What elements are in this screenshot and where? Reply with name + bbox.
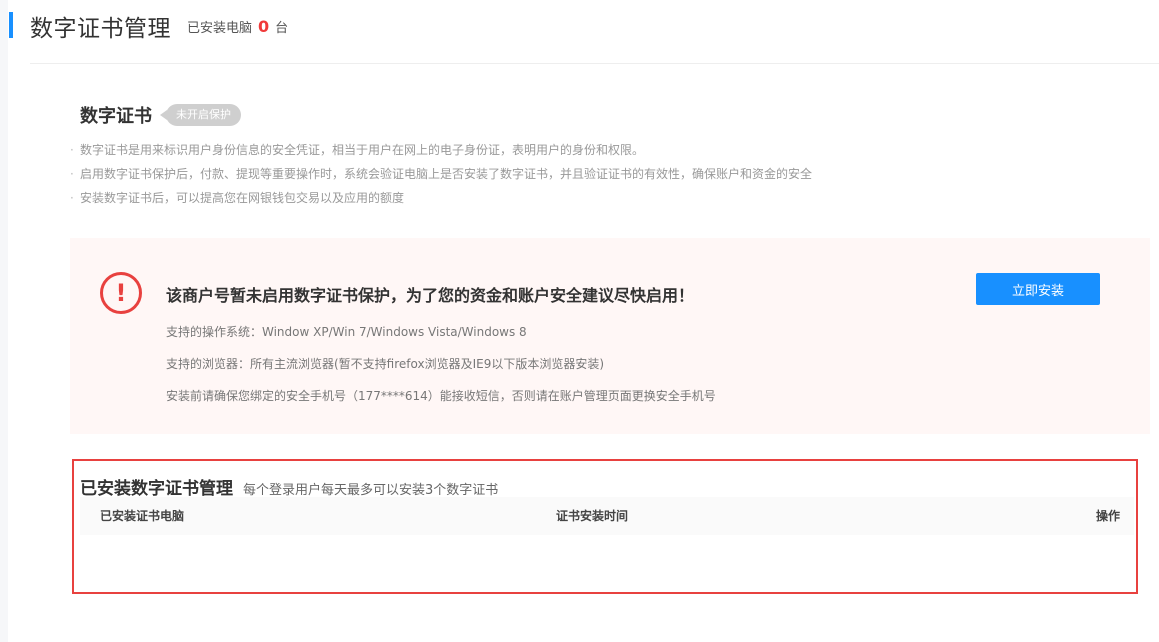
install-now-button[interactable]: 立即安装 xyxy=(976,273,1100,305)
installed-count-unit: 台 xyxy=(275,20,289,36)
browser-support-text: 支持的浏览器：所有主流浏览器(暂不支持firefox浏览器及IE9以下版本浏览器… xyxy=(166,357,605,371)
page-title: 数字证书管理 xyxy=(30,16,171,42)
page: 数字证书管理 已安装电脑 0 台 数字证书 未开启保护 数字证书是用来标识用户身… xyxy=(0,0,1159,642)
installed-count-label: 已安装电脑 xyxy=(187,20,253,36)
cert-section-title: 数字证书 未开启保护 xyxy=(80,102,241,128)
installed-section-title: 已安装数字证书管理 每个登录用户每天最多可以安装3个数字证书 xyxy=(80,474,498,499)
installed-heading: 已安装数字证书管理 xyxy=(80,479,233,499)
alert-box: ! 该商户号暂未启用数字证书保护，为了您的资金和账户安全建议尽快启用！ 支持的操… xyxy=(70,238,1150,434)
column-header-actions: 操作 xyxy=(1095,509,1120,523)
cert-heading: 数字证书 xyxy=(80,106,152,127)
header-divider xyxy=(30,63,1159,64)
cert-description-list: 数字证书是用来标识用户身份信息的安全凭证，相当于用户在网上的电子身份证，表明用户… xyxy=(70,140,812,212)
installed-count: 已安装电脑 0 台 xyxy=(187,17,288,36)
alert-title: 该商户号暂未启用数字证书保护，为了您的资金和账户安全建议尽快启用！ xyxy=(166,286,695,305)
description-item: 启用数字证书保护后，付款、提现等重要操作时，系统会验证电脑上是否安装了数字证书，… xyxy=(70,164,812,188)
os-support-text: 支持的操作系统：Window XP/Win 7/Windows Vista/Wi… xyxy=(166,325,527,339)
column-header-install-time: 证书安装时间 xyxy=(556,509,629,523)
installed-subtitle: 每个登录用户每天最多可以安装3个数字证书 xyxy=(243,483,499,498)
left-sidebar-strip xyxy=(0,0,8,642)
phone-notice-text: 安装前请确保您绑定的安全手机号（177****614）能接收短信，否则请在账户管… xyxy=(166,389,716,403)
exclamation-circle-icon: ! xyxy=(100,272,142,314)
status-badge: 未开启保护 xyxy=(160,104,241,126)
title-accent-bar xyxy=(9,12,13,38)
page-header: 数字证书管理 已安装电脑 0 台 xyxy=(30,8,288,44)
installed-table-header: 已安装证书电脑 证书安装时间 操作 xyxy=(80,497,1134,535)
column-header-computer: 已安装证书电脑 xyxy=(100,509,185,523)
installed-count-number: 0 xyxy=(258,16,270,36)
description-item: 数字证书是用来标识用户身份信息的安全凭证，相当于用户在网上的电子身份证，表明用户… xyxy=(70,140,812,164)
description-item: 安装数字证书后，可以提高您在网银钱包交易以及应用的额度 xyxy=(70,188,812,212)
